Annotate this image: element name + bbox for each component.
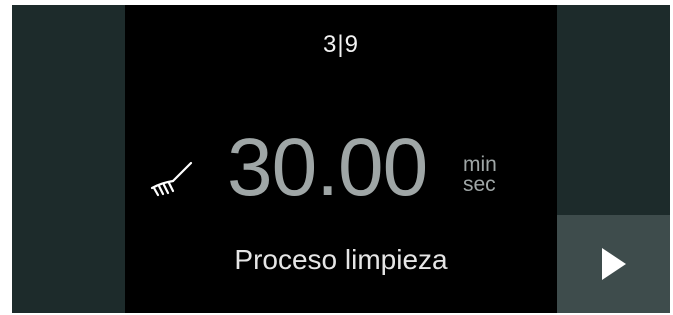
oven-display: 3|9 30.00 min sec Proceso limpieza	[12, 5, 670, 313]
next-button[interactable]	[557, 215, 670, 313]
left-side-panel	[12, 5, 125, 313]
step-separator: |	[337, 31, 345, 58]
timer-value: 30.00	[227, 122, 428, 213]
brush-icon	[150, 161, 193, 197]
step-total: 9	[344, 31, 359, 58]
step-counter: 3|9	[125, 31, 557, 59]
timer-units: min sec	[463, 153, 497, 196]
program-name: Proceso limpieza	[234, 244, 448, 275]
timer-unit-sec: sec	[463, 173, 496, 196]
step-current: 3	[323, 31, 338, 58]
timer-unit-min: min	[463, 153, 497, 176]
play-arrow-icon	[601, 248, 626, 280]
